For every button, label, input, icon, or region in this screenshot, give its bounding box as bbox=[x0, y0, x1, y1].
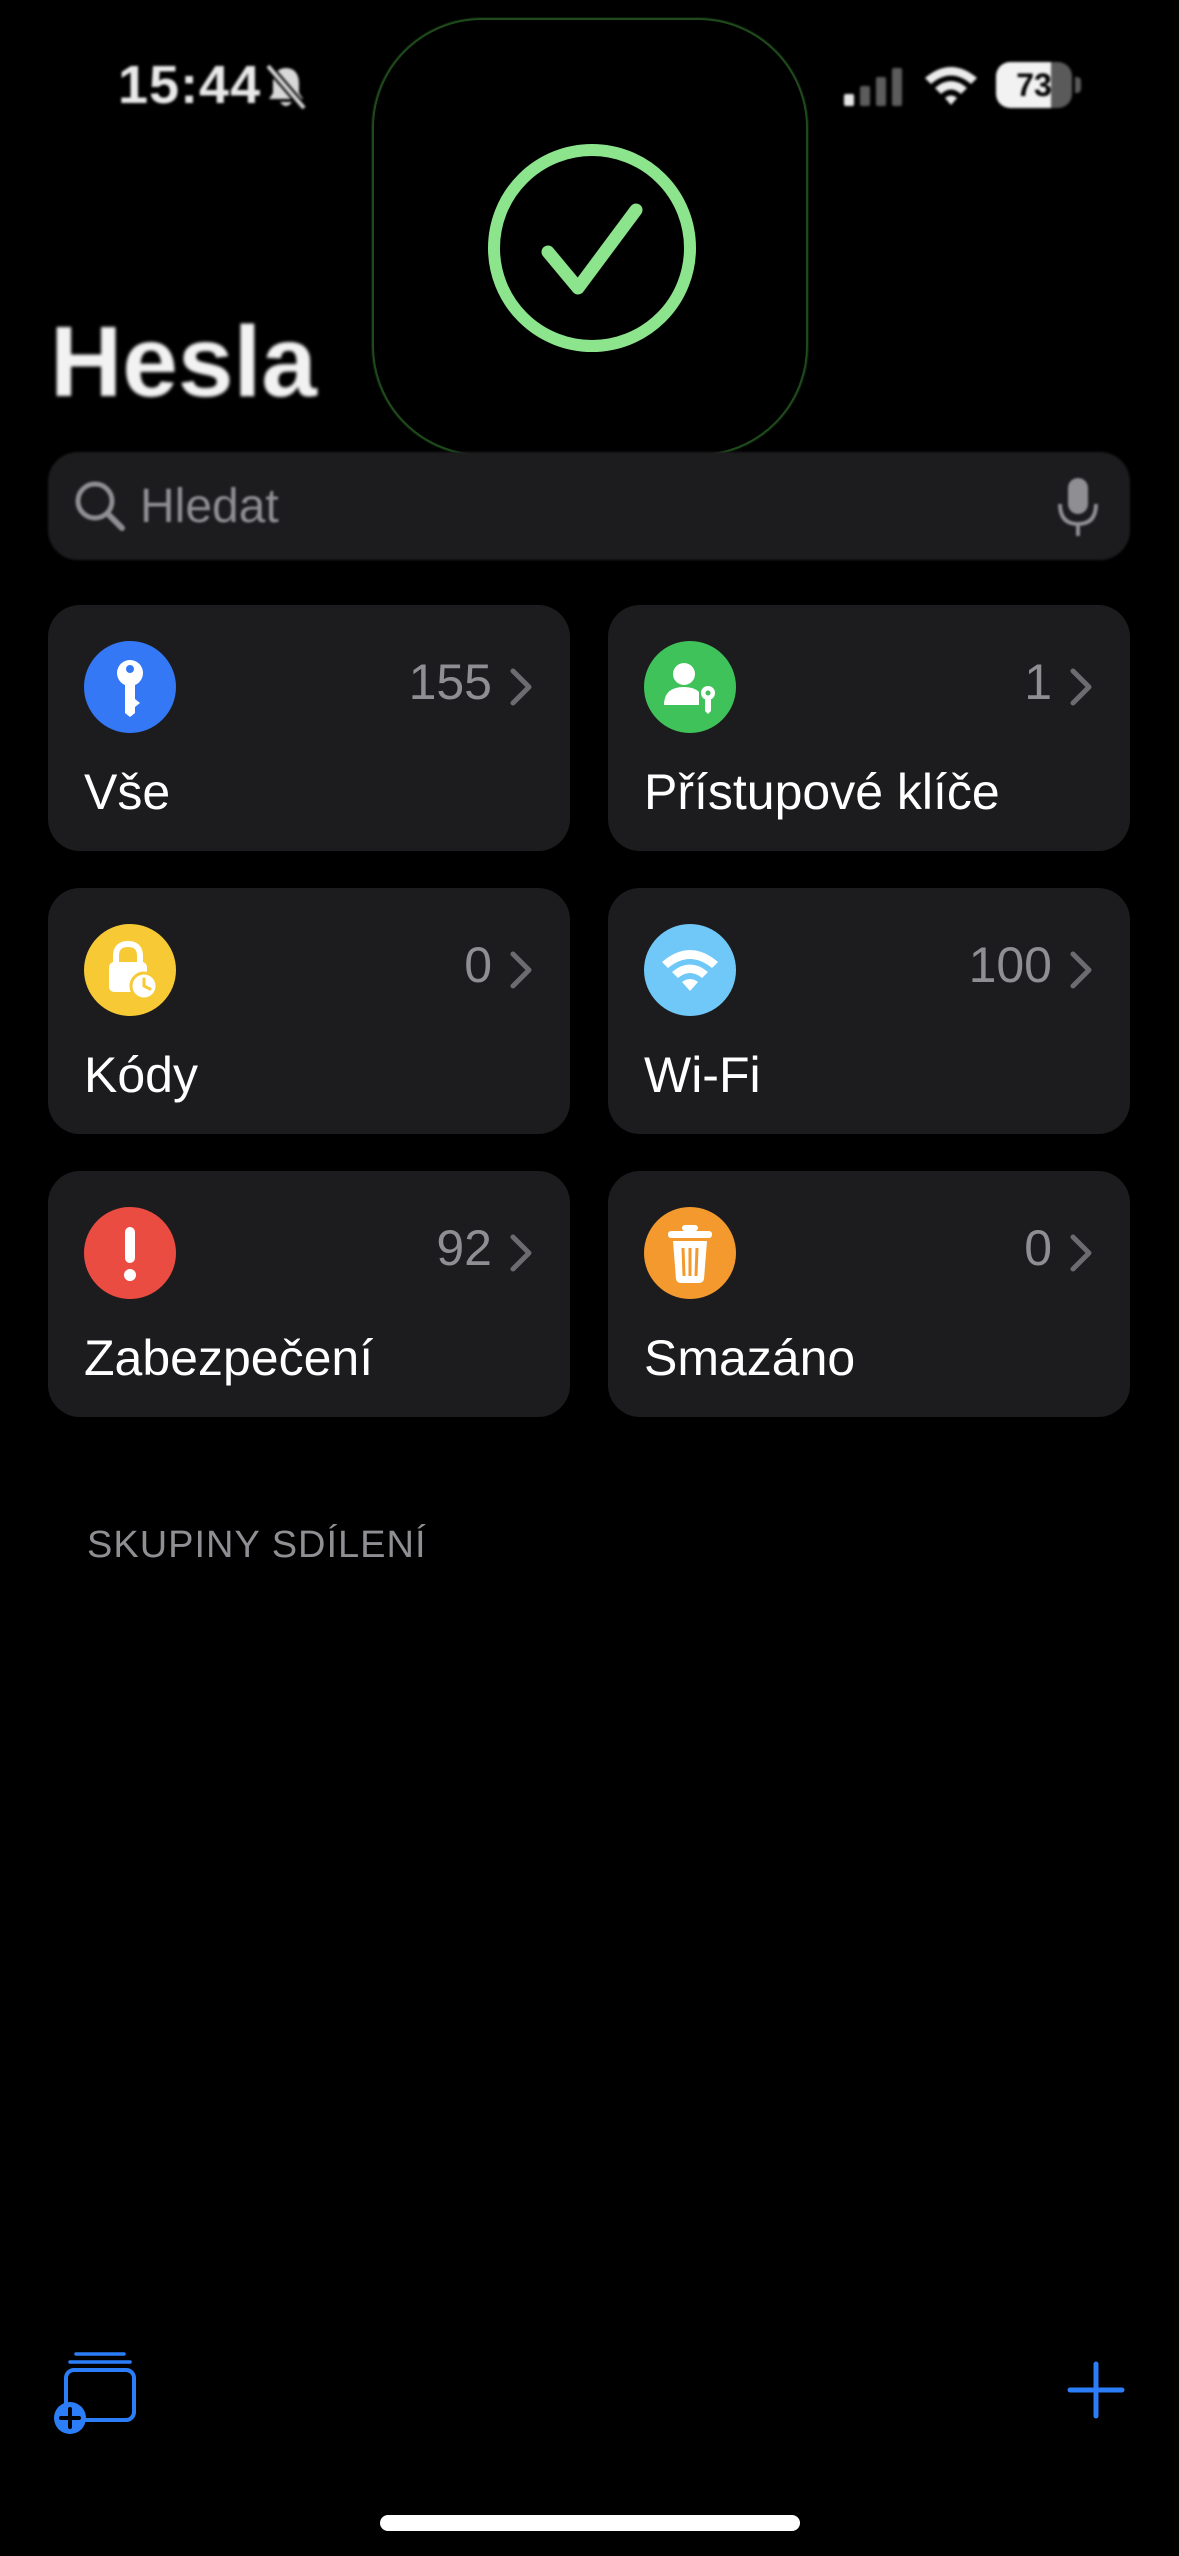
wifi-icon bbox=[644, 924, 736, 1016]
tile-security[interactable]: 92 Zabezpečení bbox=[48, 1171, 570, 1417]
key-icon bbox=[84, 641, 176, 733]
wifi-icon bbox=[925, 67, 977, 105]
home-indicator[interactable] bbox=[380, 2515, 800, 2531]
tile-count: 0 bbox=[1024, 1220, 1052, 1276]
tile-deleted[interactable]: 0 Smazáno bbox=[608, 1171, 1130, 1417]
tile-label: Zabezpečení bbox=[84, 1330, 374, 1386]
plus-icon[interactable] bbox=[1066, 2360, 1126, 2420]
tile-label: Wi-Fi bbox=[644, 1047, 761, 1103]
tile-label: Přístupové klíče bbox=[644, 764, 1000, 820]
tile-count: 92 bbox=[436, 1220, 492, 1276]
cellular-signal-icon bbox=[844, 68, 902, 106]
tile-count: 1 bbox=[1024, 654, 1052, 710]
search-icon bbox=[75, 481, 125, 531]
exclamation-icon bbox=[84, 1207, 176, 1299]
tile-label: Smazáno bbox=[644, 1330, 856, 1386]
chevron-right-icon bbox=[1070, 1234, 1092, 1272]
tile-passkeys[interactable]: 1 Přístupové klíče bbox=[608, 605, 1130, 851]
chevron-right-icon bbox=[1070, 951, 1092, 989]
chevron-right-icon bbox=[510, 1234, 532, 1272]
trash-icon bbox=[644, 1207, 736, 1299]
bell-slash-icon bbox=[264, 63, 308, 111]
new-shared-group-icon[interactable] bbox=[52, 2346, 146, 2436]
page-title: Hesla bbox=[50, 306, 317, 418]
tile-count: 0 bbox=[464, 937, 492, 993]
microphone-icon[interactable] bbox=[1054, 474, 1102, 540]
status-time: 15:44 bbox=[118, 55, 262, 115]
tile-count: 155 bbox=[408, 654, 492, 710]
tile-label: Kódy bbox=[84, 1047, 198, 1103]
person-key-icon bbox=[644, 641, 736, 733]
chevron-right-icon bbox=[510, 951, 532, 989]
chevron-right-icon bbox=[1070, 668, 1092, 706]
battery-percent: 73 bbox=[1016, 67, 1052, 103]
tile-label: Vše bbox=[84, 764, 171, 820]
search-bar[interactable] bbox=[48, 452, 1130, 560]
success-hud bbox=[372, 18, 808, 456]
passwords-screen: 15:44 73 Hesla Hledat 155 Vše 1 Přístupo… bbox=[0, 0, 1179, 2556]
checkmark-circle-icon bbox=[488, 144, 696, 352]
tile-wifi[interactable]: 100 Wi-Fi bbox=[608, 888, 1130, 1134]
shared-groups-header: SKUPINY SDÍLENÍ bbox=[87, 1524, 427, 1566]
tile-all[interactable]: 155 Vše bbox=[48, 605, 570, 851]
tile-codes[interactable]: 0 Kódy bbox=[48, 888, 570, 1134]
chevron-right-icon bbox=[510, 668, 532, 706]
tile-count: 100 bbox=[968, 937, 1052, 993]
lock-clock-icon bbox=[84, 924, 176, 1016]
search-input[interactable] bbox=[140, 452, 960, 560]
battery-icon: 73 bbox=[996, 62, 1081, 108]
